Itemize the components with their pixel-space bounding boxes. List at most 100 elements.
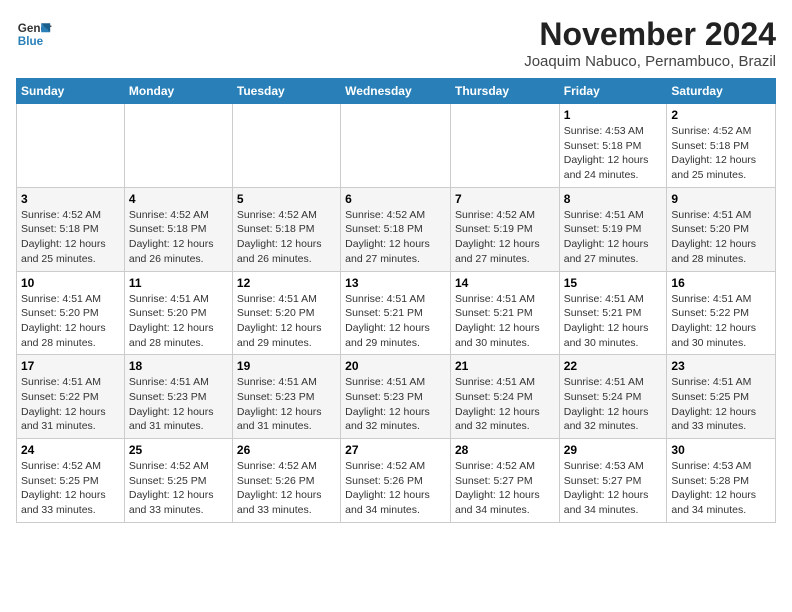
weekday-header-cell: Thursday (450, 79, 559, 104)
day-number: 18 (129, 359, 228, 373)
day-number: 3 (21, 192, 120, 206)
calendar-cell: 17 Sunrise: 4:51 AM Sunset: 5:22 PM Dayli… (17, 355, 125, 439)
day-info: Sunrise: 4:52 AM Sunset: 5:25 PM Dayligh… (129, 459, 228, 518)
day-number: 16 (671, 276, 771, 290)
day-info: Sunrise: 4:52 AM Sunset: 5:18 PM Dayligh… (671, 124, 771, 183)
weekday-header-cell: Wednesday (341, 79, 451, 104)
calendar-cell: 25 Sunrise: 4:52 AM Sunset: 5:25 PM Dayli… (124, 439, 232, 523)
day-info: Sunrise: 4:51 AM Sunset: 5:20 PM Dayligh… (237, 292, 336, 351)
weekday-header-cell: Friday (559, 79, 667, 104)
day-info: Sunrise: 4:51 AM Sunset: 5:24 PM Dayligh… (564, 375, 663, 434)
weekday-header-cell: Tuesday (232, 79, 340, 104)
day-number: 11 (129, 276, 228, 290)
calendar-cell: 20 Sunrise: 4:51 AM Sunset: 5:23 PM Dayli… (341, 355, 451, 439)
calendar-cell (232, 104, 340, 188)
calendar-cell: 22 Sunrise: 4:51 AM Sunset: 5:24 PM Dayli… (559, 355, 667, 439)
day-number: 19 (237, 359, 336, 373)
day-info: Sunrise: 4:51 AM Sunset: 5:20 PM Dayligh… (129, 292, 228, 351)
day-number: 28 (455, 443, 555, 457)
day-number: 17 (21, 359, 120, 373)
calendar-cell: 11 Sunrise: 4:51 AM Sunset: 5:20 PM Dayli… (124, 271, 232, 355)
month-title: November 2024 (524, 16, 776, 53)
calendar-cell: 18Sunrise: 4:51 AM Sunset: 5:23 PM Dayli… (124, 355, 232, 439)
day-number: 9 (671, 192, 771, 206)
day-info: Sunrise: 4:52 AM Sunset: 5:27 PM Dayligh… (455, 459, 555, 518)
day-info: Sunrise: 4:51 AM Sunset: 5:21 PM Dayligh… (564, 292, 663, 351)
day-number: 2 (671, 108, 771, 122)
weekday-header-cell: Monday (124, 79, 232, 104)
day-number: 21 (455, 359, 555, 373)
svg-text:Blue: Blue (18, 35, 44, 48)
day-number: 27 (345, 443, 446, 457)
calendar-cell: 1 Sunrise: 4:53 AM Sunset: 5:18 PM Daylig… (559, 104, 667, 188)
weekday-header-cell: Sunday (17, 79, 125, 104)
day-number: 7 (455, 192, 555, 206)
day-number: 22 (564, 359, 663, 373)
day-info: Sunrise: 4:53 AM Sunset: 5:27 PM Dayligh… (564, 459, 663, 518)
calendar-week-row: 17 Sunrise: 4:51 AM Sunset: 5:22 PM Dayli… (17, 355, 776, 439)
calendar-cell: 7 Sunrise: 4:52 AM Sunset: 5:19 PM Daylig… (450, 187, 559, 271)
calendar-week-row: 10Sunrise: 4:51 AM Sunset: 5:20 PM Dayli… (17, 271, 776, 355)
day-info: Sunrise: 4:51 AM Sunset: 5:19 PM Dayligh… (564, 208, 663, 267)
day-info: Sunrise: 4:51 AM Sunset: 5:23 PM Dayligh… (237, 375, 336, 434)
day-info: Sunrise: 4:52 AM Sunset: 5:18 PM Dayligh… (345, 208, 446, 267)
day-info: Sunrise: 4:51 AM Sunset: 5:24 PM Dayligh… (455, 375, 555, 434)
day-info: Sunrise: 4:53 AM Sunset: 5:18 PM Dayligh… (564, 124, 663, 183)
day-info: Sunrise: 4:52 AM Sunset: 5:19 PM Dayligh… (455, 208, 555, 267)
calendar-cell: 5 Sunrise: 4:52 AM Sunset: 5:18 PM Daylig… (232, 187, 340, 271)
calendar-cell: 21 Sunrise: 4:51 AM Sunset: 5:24 PM Dayli… (450, 355, 559, 439)
day-info: Sunrise: 4:52 AM Sunset: 5:18 PM Dayligh… (21, 208, 120, 267)
calendar-cell: 2 Sunrise: 4:52 AM Sunset: 5:18 PM Daylig… (667, 104, 776, 188)
location: Joaquim Nabuco, Pernambuco, Brazil (524, 53, 776, 70)
calendar-cell: 19 Sunrise: 4:51 AM Sunset: 5:23 PM Dayli… (232, 355, 340, 439)
calendar-cell: 13Sunrise: 4:51 AM Sunset: 5:21 PM Dayli… (341, 271, 451, 355)
day-number: 30 (671, 443, 771, 457)
calendar-cell: 9Sunrise: 4:51 AM Sunset: 5:20 PM Daylig… (667, 187, 776, 271)
day-info: Sunrise: 4:51 AM Sunset: 5:23 PM Dayligh… (345, 375, 446, 434)
day-number: 14 (455, 276, 555, 290)
day-number: 13 (345, 276, 446, 290)
day-info: Sunrise: 4:51 AM Sunset: 5:22 PM Dayligh… (671, 292, 771, 351)
day-info: Sunrise: 4:52 AM Sunset: 5:26 PM Dayligh… (345, 459, 446, 518)
logo: General Blue (16, 16, 52, 52)
calendar-cell: 30Sunrise: 4:53 AM Sunset: 5:28 PM Dayli… (667, 439, 776, 523)
day-info: Sunrise: 4:51 AM Sunset: 5:21 PM Dayligh… (455, 292, 555, 351)
calendar-cell: 4Sunrise: 4:52 AM Sunset: 5:18 PM Daylig… (124, 187, 232, 271)
day-number: 8 (564, 192, 663, 206)
weekday-header-row: SundayMondayTuesdayWednesdayThursdayFrid… (17, 79, 776, 104)
calendar-cell: 27 Sunrise: 4:52 AM Sunset: 5:26 PM Dayli… (341, 439, 451, 523)
weekday-header-cell: Saturday (667, 79, 776, 104)
page-header: General Blue November 2024 Joaquim Nabuc… (16, 16, 776, 70)
calendar-week-row: 24Sunrise: 4:52 AM Sunset: 5:25 PM Dayli… (17, 439, 776, 523)
day-number: 12 (237, 276, 336, 290)
day-info: Sunrise: 4:51 AM Sunset: 5:25 PM Dayligh… (671, 375, 771, 434)
day-number: 1 (564, 108, 663, 122)
day-number: 15 (564, 276, 663, 290)
calendar-cell: 16 Sunrise: 4:51 AM Sunset: 5:22 PM Dayli… (667, 271, 776, 355)
day-info: Sunrise: 4:52 AM Sunset: 5:26 PM Dayligh… (237, 459, 336, 518)
day-number: 23 (671, 359, 771, 373)
day-info: Sunrise: 4:51 AM Sunset: 5:20 PM Dayligh… (21, 292, 120, 351)
day-info: Sunrise: 4:52 AM Sunset: 5:25 PM Dayligh… (21, 459, 120, 518)
calendar-table: SundayMondayTuesdayWednesdayThursdayFrid… (16, 78, 776, 523)
calendar-cell: 10Sunrise: 4:51 AM Sunset: 5:20 PM Dayli… (17, 271, 125, 355)
calendar-cell: 3 Sunrise: 4:52 AM Sunset: 5:18 PM Daylig… (17, 187, 125, 271)
calendar-week-row: 3 Sunrise: 4:52 AM Sunset: 5:18 PM Daylig… (17, 187, 776, 271)
day-number: 25 (129, 443, 228, 457)
calendar-cell (124, 104, 232, 188)
day-number: 4 (129, 192, 228, 206)
day-number: 20 (345, 359, 446, 373)
calendar-cell: 12 Sunrise: 4:51 AM Sunset: 5:20 PM Dayli… (232, 271, 340, 355)
calendar-cell: 14 Sunrise: 4:51 AM Sunset: 5:21 PM Dayli… (450, 271, 559, 355)
calendar-cell: 26Sunrise: 4:52 AM Sunset: 5:26 PM Dayli… (232, 439, 340, 523)
calendar-cell (17, 104, 125, 188)
day-number: 5 (237, 192, 336, 206)
day-number: 6 (345, 192, 446, 206)
day-info: Sunrise: 4:51 AM Sunset: 5:22 PM Dayligh… (21, 375, 120, 434)
day-number: 29 (564, 443, 663, 457)
title-block: November 2024 Joaquim Nabuco, Pernambuco… (524, 16, 776, 70)
day-info: Sunrise: 4:52 AM Sunset: 5:18 PM Dayligh… (237, 208, 336, 267)
logo-icon: General Blue (16, 16, 52, 52)
calendar-cell (450, 104, 559, 188)
calendar-cell: 28 Sunrise: 4:52 AM Sunset: 5:27 PM Dayli… (450, 439, 559, 523)
